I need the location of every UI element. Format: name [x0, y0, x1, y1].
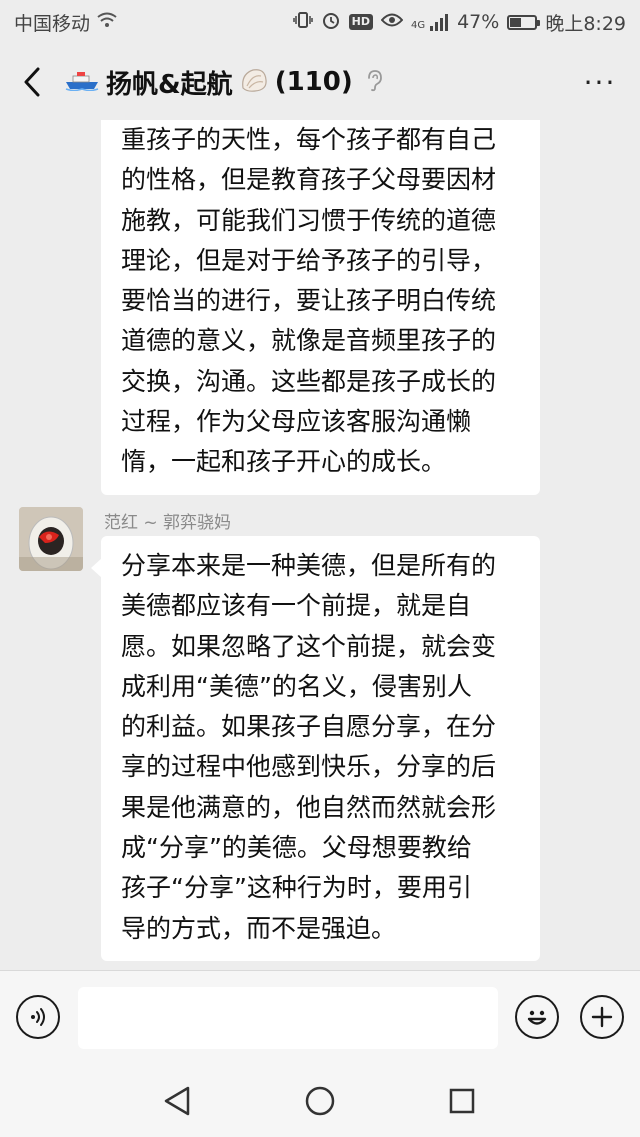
chat-title: 扬帆&起航 (110) [64, 64, 383, 101]
nav-recent-icon [449, 1088, 475, 1114]
battery-level [510, 17, 522, 27]
nav-home-button[interactable] [303, 1084, 337, 1118]
emoji-icon [527, 1010, 547, 1025]
battery-percent: 47% [457, 11, 500, 33]
status-left: 中国移动 [14, 9, 118, 36]
network-type: 4G [410, 20, 426, 31]
voice-button[interactable] [16, 995, 60, 1039]
back-button[interactable] [0, 44, 64, 120]
plus-icon [591, 1006, 613, 1028]
message-bubble[interactable]: 重孩子的天性，每个孩子都有自己 的性格，但是教育孩子父母要因材 施教，可能我们习… [101, 120, 540, 495]
status-bar: 中国移动 HD 4G 47% 晚上8:29 [0, 0, 640, 44]
voice-icon [31, 1008, 45, 1026]
message-list[interactable]: 重孩子的天性，每个孩子都有自己 的性格，但是教育孩子父母要因材 施教，可能我们习… [0, 120, 640, 970]
avatar[interactable] [19, 507, 83, 571]
message-input[interactable] [78, 987, 498, 1049]
group-name: 扬帆&起航 [106, 69, 233, 100]
message-bubble[interactable]: 分享本来是一种美德，但是所有的 美德都应该有一个前提，就是自 愿。如果忽略了这个… [91, 536, 540, 961]
nav-back-button[interactable] [160, 1084, 194, 1118]
wifi-assist-icon [96, 12, 118, 33]
battery-icon [507, 14, 541, 30]
back-icon [24, 67, 40, 97]
input-bar [0, 970, 640, 1066]
plus-button[interactable] [580, 995, 624, 1039]
ear-icon [365, 68, 383, 96]
sender-name: 范红 ~ 郭弈骁妈 [104, 513, 232, 533]
carrier-name: 中国移动 [14, 12, 91, 35]
member-count: (110) [274, 67, 353, 97]
nav-home-icon [305, 1086, 335, 1116]
status-right: HD 4G 47% 晚上8:29 [292, 9, 626, 36]
alarm-icon [321, 10, 341, 35]
hd-icon: HD [348, 14, 373, 30]
more-button[interactable]: ··· [560, 44, 640, 120]
clock: 晚上8:29 [545, 12, 626, 35]
vibrate-icon [292, 10, 313, 35]
system-nav-bar [0, 1066, 640, 1137]
emoji-button[interactable] [515, 995, 559, 1039]
eye-icon [380, 12, 404, 33]
nav-recent-button[interactable] [445, 1084, 479, 1118]
ship-emoji-icon [64, 69, 100, 95]
chat-header: 扬帆&起航 (110) ··· [0, 44, 640, 120]
nav-back-icon [164, 1086, 190, 1116]
shell-emoji-icon [239, 66, 269, 98]
signal-icon: 4G [411, 13, 449, 31]
